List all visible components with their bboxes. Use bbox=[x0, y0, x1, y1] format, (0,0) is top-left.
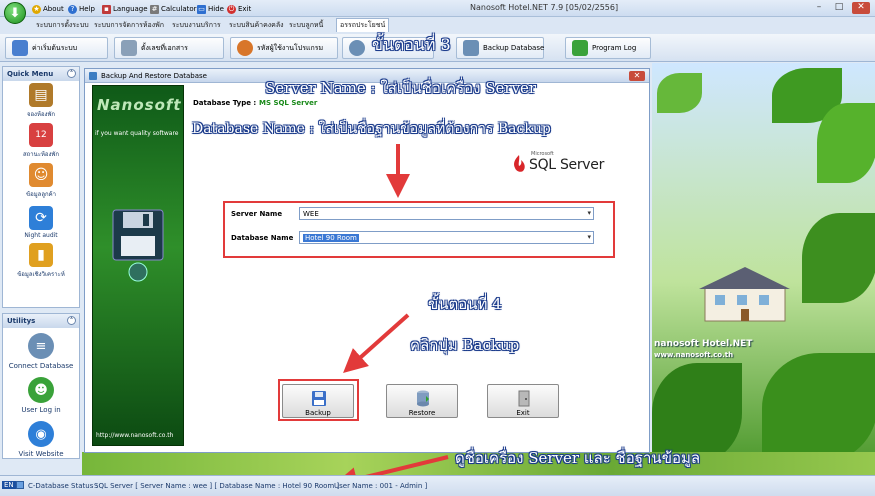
arrow-to-backup bbox=[343, 313, 410, 373]
annotation-arrows bbox=[333, 144, 449, 491]
database-status-icon bbox=[16, 481, 24, 489]
db-status-label: C-Database Status : bbox=[28, 482, 98, 490]
status-bar: EN C-Database Status : SQL Server [ Serv… bbox=[0, 475, 875, 496]
db-status-value: SQL Server [ Server Name : wee ] [ Datab… bbox=[94, 482, 340, 490]
app-menu-button[interactable]: ⬇ bbox=[4, 2, 26, 24]
language-indicator[interactable]: EN bbox=[2, 481, 16, 489]
user-status: User Name : 001 - Admin ] bbox=[334, 482, 428, 490]
